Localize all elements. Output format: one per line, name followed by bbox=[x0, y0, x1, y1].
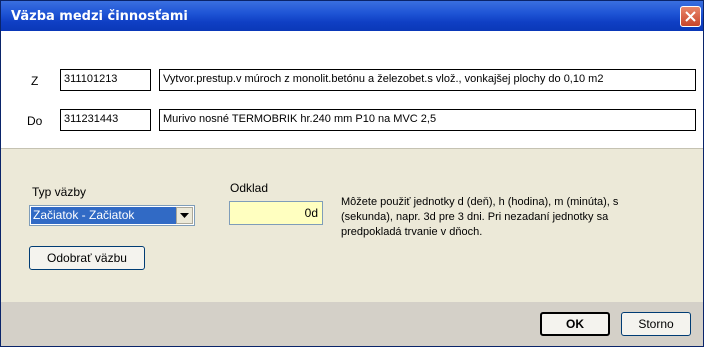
ok-button[interactable]: OK bbox=[540, 312, 610, 336]
to-description-field[interactable]: Murivo nosné TERMOBRIK hr.240 mm P10 na … bbox=[159, 109, 696, 131]
dropdown-arrow-button[interactable] bbox=[176, 207, 193, 224]
link-type-select[interactable]: Začiatok - Začiatok bbox=[29, 205, 195, 226]
to-label: Do bbox=[27, 114, 43, 128]
chevron-down-icon bbox=[180, 212, 189, 218]
title-bar[interactable]: Väzba medzi činnosťami bbox=[1, 1, 703, 31]
activities-panel: Z 311101213 Vytvor.prestup.v múroch z mo… bbox=[1, 31, 703, 148]
from-description-field[interactable]: Vytvor.prestup.v múroch z monolit.betónu… bbox=[159, 69, 696, 91]
from-label: Z bbox=[31, 74, 39, 88]
delay-input[interactable]: 0d bbox=[229, 201, 323, 225]
link-type-value: Začiatok - Začiatok bbox=[31, 207, 176, 224]
delay-help-text: Môžete použiť jednotky d (deň), h (hodin… bbox=[341, 196, 619, 238]
link-type-label: Typ väzby bbox=[32, 185, 87, 199]
to-code-field[interactable]: 311231443 bbox=[60, 109, 151, 131]
delay-label: Odklad bbox=[230, 181, 269, 195]
close-button[interactable] bbox=[680, 6, 701, 27]
close-icon bbox=[685, 11, 696, 22]
window-title: Väzba medzi činnosťami bbox=[11, 9, 188, 24]
dialog-window: Väzba medzi činnosťami Z 311101213 Vytvo… bbox=[0, 0, 704, 347]
cancel-button[interactable]: Storno bbox=[621, 312, 691, 336]
from-code-field[interactable]: 311101213 bbox=[60, 69, 151, 91]
remove-link-button[interactable]: Odobrať väzbu bbox=[29, 246, 145, 270]
